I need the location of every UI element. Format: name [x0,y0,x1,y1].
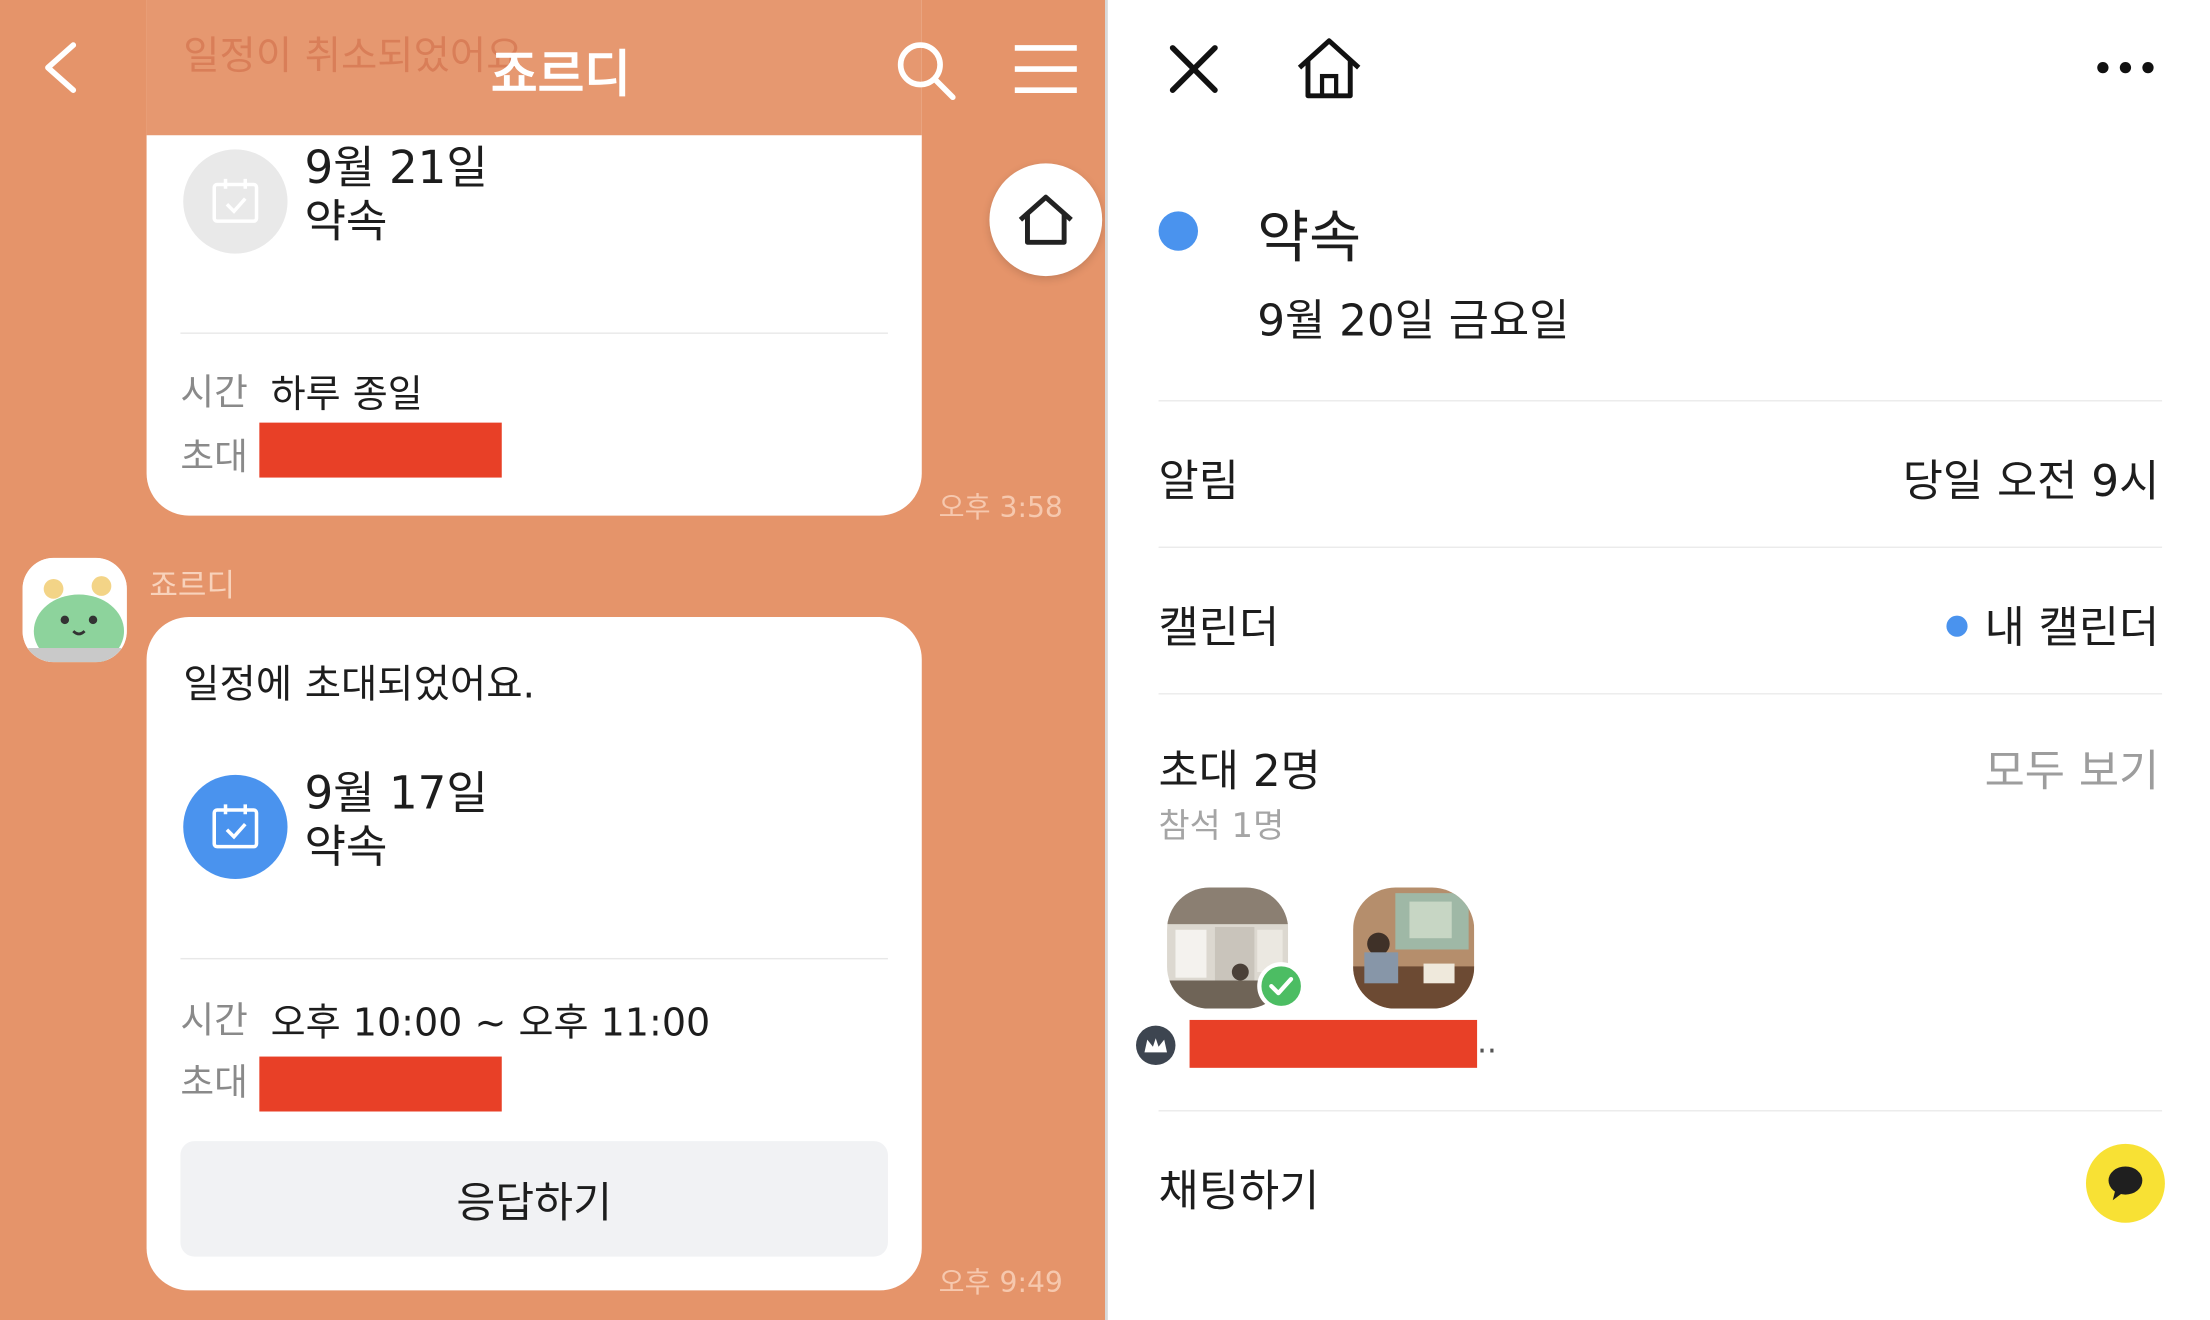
event-name: 약속 [304,819,388,874]
calendar-name: 내 캘린더 [1984,602,2160,654]
invite-label: 초대 [180,1062,248,1105]
section-divider [1158,546,2163,549]
redacted-invitees [259,422,502,478]
event-name: 약속 [304,194,388,248]
section-divider [1158,1110,2163,1112]
search-button[interactable] [894,38,959,103]
event-title: 약속 [1257,205,1361,271]
chat-room: 9월 21일 약속 시간 하루 종일 초대 오후 3:58 일정이 취소되었어요… [0,0,1106,1320]
redacted-participant-names [1189,1019,1478,1068]
invite-count-label: 초대 2명 [1158,746,1321,798]
message-timestamp: 오후 3:58 [938,490,1063,525]
time-label: 시간 [180,371,248,415]
chat-button[interactable] [2085,1143,2165,1223]
participant-photo-2[interactable] [1353,887,1475,1009]
more-options-button[interactable] [2094,54,2156,82]
hamburger-icon [1014,45,1077,93]
chevron-left-icon [45,42,77,93]
event-date: 9월 20일 금요일 [1257,295,1570,347]
names-ellipsis: .. [1477,1025,1497,1061]
card-divider [180,332,888,334]
message-timestamp: 오후 9:49 [938,1265,1063,1299]
redacted-invitees [259,1056,502,1112]
invite-message: 일정에 초대되었어요. [183,660,536,708]
respond-button[interactable]: 응답하기 [180,1141,888,1257]
chat-bubble-icon [2108,1166,2143,1201]
section-divider [1158,400,2163,402]
sender-name: 죠르디 [149,569,236,605]
card-divider [180,957,888,960]
event-date: 9월 21일 [304,140,488,195]
event-invite-bubble[interactable]: 일정에 초대되었어요. 9월 17일 약속 시간 오후 10:00 ~ 오후 1… [146,617,922,1291]
home-icon [1297,38,1361,99]
back-button[interactable] [31,37,93,99]
menu-button[interactable] [1012,42,1080,98]
chat-title: 죠르디 [490,46,631,105]
host-crown-icon [1136,1025,1176,1066]
close-icon [1169,45,1218,93]
calendar-icon-blue [183,774,288,880]
home-button[interactable] [1294,34,1364,104]
calendar-color-dot [1946,615,1968,637]
invite-label: 초대 [180,436,248,479]
event-date: 9월 17일 [304,766,488,820]
alarm-value[interactable]: 당일 오전 9시 [1903,445,2160,508]
calendar-icon-gray [183,149,288,254]
alarm-label: 알림 [1158,456,1239,508]
event-color-dot [1158,211,1199,251]
event-detail-panel: 약속 9월 20일 금요일 알림 당일 오전 9시 캘린더 내 캘린더 초대 2… [1105,0,2210,1320]
more-icon [2097,61,2154,74]
home-icon [1018,194,1073,245]
attending-check-icon [1257,962,1306,1011]
time-label: 시간 [180,1000,248,1043]
section-divider [1158,693,2163,695]
calendar-label: 캘린더 [1158,602,1280,654]
chat-label: 채팅하기 [1158,1166,1320,1218]
time-value: 오후 10:00 ~ 오후 11:00 [270,1001,711,1046]
attend-count-label: 참석 1명 [1158,805,1285,846]
chat-header: 일정이 취소되었어요 죠르디 [0,0,1105,136]
sender-avatar[interactable] [22,557,127,663]
time-value: 하루 종일 [270,373,423,417]
calendar-value[interactable]: 내 캘린더 [1946,592,2160,655]
home-fab-button[interactable] [989,163,1103,277]
participant-photo-icon [1353,887,1475,1009]
search-icon [897,42,956,101]
close-button[interactable] [1164,39,1223,98]
see-all-link[interactable]: 모두 보기 [1985,735,2160,798]
jordy-avatar-icon [22,557,127,663]
